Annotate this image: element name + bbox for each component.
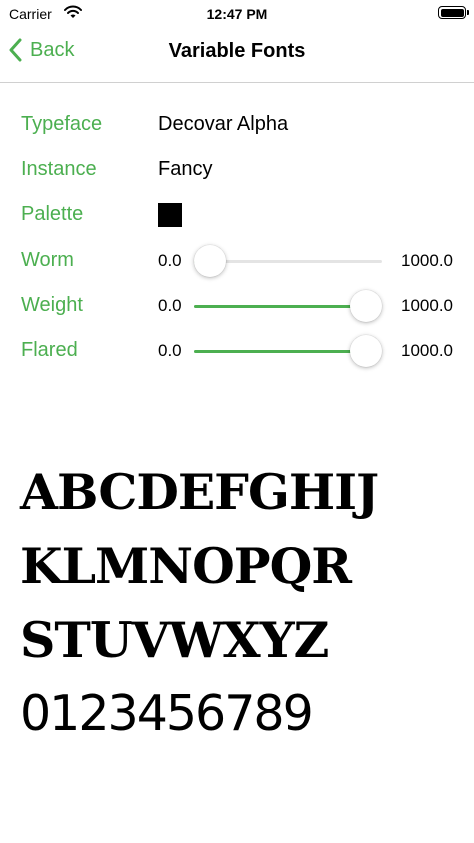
sample-line-uppercase-2: KLMNOPQR: [20, 537, 352, 595]
worm-slider-thumb[interactable]: [194, 245, 226, 277]
weight-label: Weight: [21, 294, 83, 316]
palette-row[interactable]: Palette: [0, 195, 474, 235]
sample-line-uppercase-1: ABCDEFGHIJ: [20, 463, 379, 521]
typeface-value[interactable]: Decovar Alpha: [158, 113, 288, 136]
weight-max-value: 1000.0: [401, 296, 453, 315]
weight-slider-thumb[interactable]: [350, 290, 382, 322]
battery-icon: [438, 6, 469, 19]
palette-label: Palette: [21, 203, 84, 225]
worm-min-value: 0.0: [158, 251, 182, 270]
instance-value[interactable]: Fancy: [158, 158, 212, 181]
palette-swatch[interactable]: [158, 203, 182, 227]
font-sample: ABCDEFGHIJ KLMNOPQR STUVWXYZ 0123456789: [20, 455, 460, 751]
sample-line-uppercase-3: STUVWXYZ: [20, 611, 329, 669]
flared-slider[interactable]: [194, 335, 382, 367]
flared-row: Flared 0.0 1000.0: [0, 331, 474, 371]
flared-max-value: 1000.0: [401, 341, 453, 360]
flared-label: Flared: [21, 339, 78, 361]
weight-slider[interactable]: [194, 290, 382, 322]
worm-slider[interactable]: [194, 245, 382, 277]
navigation-bar: Back Variable Fonts: [0, 28, 474, 83]
flared-slider-fill: [194, 350, 366, 353]
weight-min-value: 0.0: [158, 296, 182, 315]
flared-slider-thumb[interactable]: [350, 335, 382, 367]
instance-label: Instance: [21, 158, 97, 180]
worm-label: Worm: [21, 249, 74, 271]
instance-row[interactable]: Instance Fancy: [0, 150, 474, 190]
typeface-label: Typeface: [21, 113, 103, 135]
weight-row: Weight 0.0 1000.0: [0, 286, 474, 326]
page-title: Variable Fonts: [168, 40, 306, 62]
sample-line-digits: 0123456789: [20, 685, 314, 742]
typeface-row[interactable]: Typeface Decovar Alpha: [0, 105, 474, 145]
weight-slider-fill: [194, 305, 366, 308]
status-time: 12:47 PM: [206, 6, 268, 22]
worm-max-value: 1000.0: [401, 251, 453, 270]
flared-min-value: 0.0: [158, 341, 182, 360]
worm-row: Worm 0.0 1000.0: [0, 241, 474, 281]
status-bar: Carrier 12:47 PM: [0, 0, 474, 28]
